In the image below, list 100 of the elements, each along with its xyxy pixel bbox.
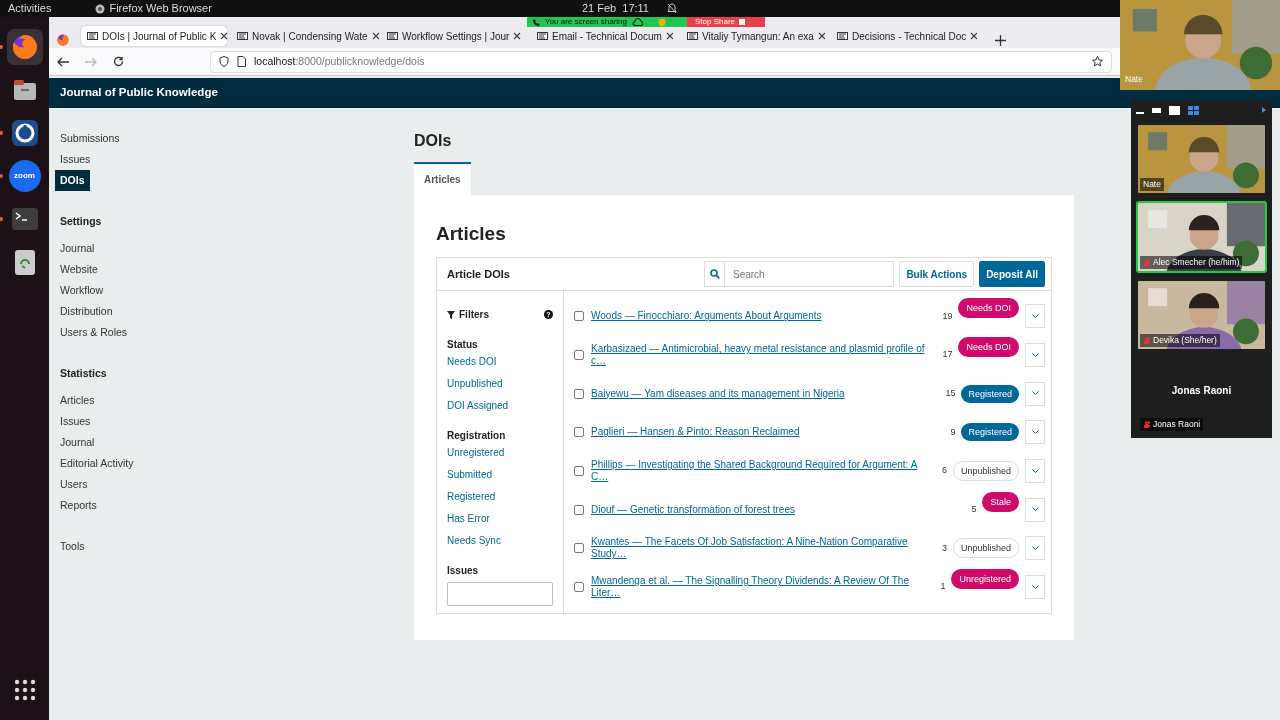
checkbox[interactable] (574, 582, 584, 593)
status-badge: Registered (961, 423, 1019, 442)
count: 17 (942, 348, 953, 362)
nav-link[interactable]: Issues (55, 149, 96, 170)
tab[interactable]: Articles (414, 162, 471, 195)
filter-link[interactable]: Registered (447, 491, 553, 503)
browser-tab[interactable]: Workflow Settings | Jour (381, 26, 527, 46)
caret-icon (1031, 584, 1039, 590)
page-icon (237, 56, 246, 67)
favicon-icon (837, 32, 848, 40)
deposit-button[interactable]: Deposit All (979, 261, 1045, 287)
browser-icon[interactable] (57, 34, 69, 46)
back-icon[interactable] (57, 56, 69, 67)
nav-heading: Settings (59, 214, 103, 229)
participant-display-name: Jonas Raoni (1171, 383, 1232, 398)
reload-icon[interactable] (113, 56, 124, 67)
gallery-view-icon[interactable] (1188, 105, 1199, 115)
article-link[interactable]: Mwandenga et al. — The Signalling Theory Dividends: A Review Of The Liter… (591, 575, 935, 600)
nav-link[interactable]: Articles (55, 390, 100, 411)
speaker-view-icon[interactable] (1152, 106, 1161, 114)
checkbox[interactable] (574, 504, 584, 515)
close-icon[interactable] (970, 32, 979, 40)
article-link[interactable]: Kwantes — The Facets Of Job Satisfaction: A Nine-Nation Comparative Study… (591, 536, 936, 561)
checkbox[interactable] (574, 543, 584, 554)
article-link[interactable]: Paglieri — Hansen & Pinto: Reason Reclaimed (591, 426, 945, 439)
browser-icon[interactable] (10, 33, 39, 61)
nav-link[interactable]: Distribution (55, 301, 118, 322)
browser-tab[interactable]: DOIs | Journal of Public K (81, 26, 227, 46)
nav-link[interactable]: Submissions (55, 128, 125, 149)
article-link[interactable]: Diouf — Genetic transformation of forest trees (591, 503, 966, 516)
site-title[interactable]: Journal of Public Knowledge (60, 84, 218, 102)
power-icon[interactable] (10, 119, 39, 147)
star-icon[interactable] (1092, 56, 1103, 67)
status-badge: Unregistered (951, 569, 1019, 590)
address-bar[interactable]: localhost:8000/publicknowledge/dois (210, 50, 1112, 73)
nav-link[interactable]: Tools (55, 536, 90, 557)
cloud-icon[interactable] (632, 18, 643, 26)
issue-field[interactable] (447, 582, 553, 606)
browser-tab[interactable]: Decisions - Technical Doc (831, 26, 977, 46)
favicon-icon (687, 32, 698, 40)
search-field[interactable]: Search (704, 261, 895, 287)
close-icon[interactable] (817, 32, 826, 40)
filter-link[interactable]: Unregistered (447, 447, 553, 459)
nav-link[interactable]: Users & Roles (55, 322, 133, 343)
search-icon (709, 269, 720, 279)
section-heading: Articles (436, 222, 507, 246)
page-title: DOIs (414, 131, 453, 151)
caret-icon (1031, 391, 1039, 397)
checkbox[interactable] (574, 388, 584, 399)
count: 15 (945, 386, 956, 400)
filter-link[interactable]: Has Error (447, 513, 553, 525)
fullscreen-icon[interactable] (1169, 105, 1180, 115)
clock[interactable]: 21 Feb 17:11 (581, 0, 649, 17)
participant-name: Jonas Raoni (1153, 418, 1201, 431)
nav-link[interactable]: Workflow (55, 280, 108, 301)
browser-icon (95, 3, 106, 14)
close-icon[interactable] (220, 32, 229, 40)
stop-share-button[interactable]: Stop Share (687, 17, 765, 27)
terminal-icon[interactable] (10, 205, 39, 233)
nav-link[interactable]: Journal (55, 238, 100, 259)
phone-icon (533, 18, 540, 26)
article-link[interactable]: Baiyewu — Yam diseases and its management in Nigeria (591, 387, 940, 400)
next-icon[interactable] (1261, 106, 1267, 114)
article-link[interactable]: Karbasizaed — Antimicrobial, heavy metal resistance and plasmid profile of c… (591, 343, 937, 368)
status-badge: Needs DOI (958, 298, 1019, 319)
app-name: Firefox Web Browser (109, 1, 212, 17)
checkbox[interactable] (574, 466, 584, 477)
article-link[interactable]: Phillips — Investigating the Shared Background Required for Argument: A C… (591, 459, 936, 484)
article-link[interactable]: Woods — Finocchiaro: Arguments About Arguments (591, 310, 937, 323)
checkbox[interactable] (574, 311, 584, 322)
filter-link[interactable]: DOI Assigned (447, 400, 553, 412)
status-badge: Unpublished (952, 461, 1019, 482)
nav-link[interactable]: Editorial Activity (55, 453, 139, 474)
nav-link[interactable]: Website (55, 259, 103, 280)
status-badge: Registered (961, 384, 1019, 403)
filter-heading: Issues (447, 564, 480, 578)
shield-icon (219, 56, 229, 67)
nav-link[interactable]: Users (55, 474, 93, 495)
browser-tab[interactable]: Novak | Condensing Wate (231, 26, 377, 46)
close-icon[interactable] (513, 32, 522, 40)
nav-link[interactable]: Reports (55, 495, 102, 516)
bulk-actions-button[interactable]: Bulk Actions (899, 261, 975, 287)
count: 19 (942, 309, 953, 323)
nav-link[interactable]: Issues (55, 411, 96, 432)
filter-link[interactable]: Needs DOI (447, 356, 553, 368)
favicon-icon (87, 32, 98, 40)
nav-link[interactable]: DOIs (55, 170, 90, 191)
filter-link[interactable]: Needs Sync (447, 535, 553, 547)
caret-icon (1031, 545, 1039, 551)
close-icon[interactable] (665, 32, 674, 40)
caret-icon (1031, 468, 1039, 474)
nav-link[interactable]: Journal (55, 432, 100, 453)
plus-icon[interactable] (995, 35, 1006, 46)
filter-link[interactable]: Unpublished (447, 378, 553, 390)
close-icon[interactable] (371, 32, 380, 40)
checkbox[interactable] (574, 427, 584, 438)
filter-link[interactable]: Submitted (447, 469, 553, 481)
checkbox[interactable] (574, 350, 584, 361)
activities-button[interactable]: Activities (8, 0, 52, 17)
count: 3 (941, 541, 947, 555)
